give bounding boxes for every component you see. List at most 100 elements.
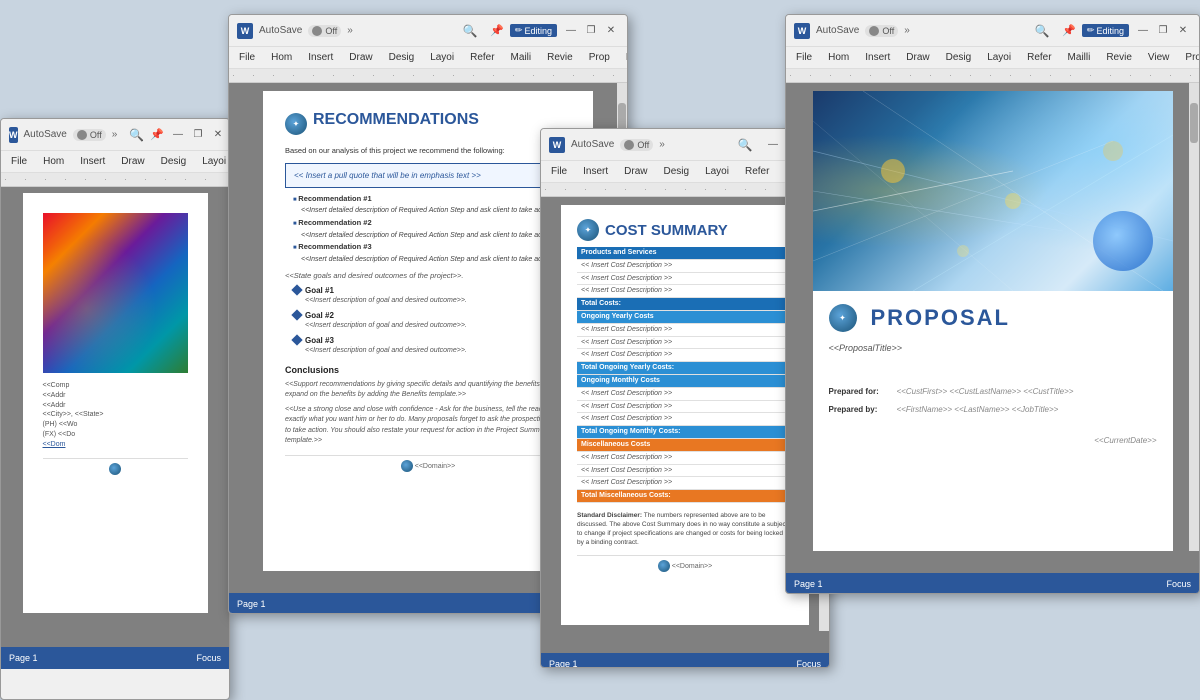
ribbon-tab-mail-4[interactable]: Mailli <box>1064 50 1095 65</box>
misc-row-2: << Insert Cost Description >> <box>577 464 793 477</box>
editing-label-4: Editing <box>1096 26 1124 36</box>
minimize-button-3[interactable]: — <box>765 137 781 153</box>
pin-icon-2[interactable]: 📌 <box>490 24 504 37</box>
search-icon-1[interactable]: 🔍 <box>129 125 144 145</box>
chevron-3[interactable]: » <box>659 139 665 150</box>
restore-button-4[interactable]: ❐ <box>1155 23 1171 39</box>
ribbon-tab-design-2[interactable]: Desig <box>385 50 419 65</box>
ribbon-tab-refer-2[interactable]: Refer <box>466 50 498 65</box>
ribbon-tab-prop-2[interactable]: Prop <box>585 50 614 65</box>
ribbon-tab-mail-2[interactable]: Maili <box>507 50 536 65</box>
word-icon-3: W <box>549 137 565 153</box>
page-label-3: Page 1 <box>549 659 578 668</box>
close-button-4[interactable]: ✕ <box>1175 23 1191 39</box>
autosave-toggle-1[interactable]: Off <box>73 129 106 141</box>
ribbon-tab-view-4[interactable]: View <box>1144 50 1174 65</box>
ribbon-tab-file-4[interactable]: File <box>792 50 816 65</box>
scroll-thumb-4[interactable] <box>1190 103 1198 143</box>
ribbon-tab-layout-3[interactable]: Layoi <box>701 164 733 179</box>
ribbon-tab-insert-3[interactable]: Insert <box>579 164 612 179</box>
pin-icon-4[interactable]: 📌 <box>1062 24 1076 37</box>
rec-1-label: Recommendation #1 <box>293 194 571 205</box>
addr2-placeholder: <<Addr <box>43 401 188 411</box>
ruler-4 <box>786 69 1199 83</box>
table-row-ps-3: << Insert Cost Description >> <box>577 285 793 298</box>
close-button-2[interactable]: ✕ <box>603 23 619 39</box>
ribbon-tab-home-1[interactable]: Hom <box>39 154 68 169</box>
autosave-toggle-4[interactable]: Off <box>865 25 898 37</box>
pencil-icon-2: ✏ <box>515 25 523 36</box>
ribbon-tab-file-2[interactable]: File <box>235 50 259 65</box>
table-row-ps-1: << Insert Cost Description >> <box>577 259 793 272</box>
window-1: W AutoSave Off » 🔍 📌 — ❐ ✕ File Hom Inse… <box>0 118 230 700</box>
yr-row-1: << Insert Cost Description >> <box>577 323 793 336</box>
ribbon-tab-layout-1[interactable]: Layoi <box>198 154 230 169</box>
ribbon-tab-insert-4[interactable]: Insert <box>861 50 894 65</box>
search-icon-2[interactable]: 🔍 <box>456 21 484 41</box>
ribbon-tab-review-4[interactable]: Revie <box>1102 50 1136 65</box>
ribbon-tab-home-4[interactable]: Hom <box>824 50 853 65</box>
ribbon-tab-refer-3[interactable]: Refer <box>741 164 773 179</box>
minimize-button-4[interactable]: — <box>1135 23 1151 39</box>
chevron-2[interactable]: » <box>347 25 353 36</box>
conclusions-2-2: <<Use a strong close and close with conf… <box>285 405 571 447</box>
company-placeholder: <<Comp <box>43 381 188 391</box>
page-label-4: Page 1 <box>794 579 823 589</box>
yr-row-2: << Insert Cost Description >> <box>577 336 793 349</box>
logo-icon-3 <box>577 219 599 241</box>
autosave-label-1: AutoSave <box>24 129 67 140</box>
chevron-4[interactable]: » <box>904 25 910 36</box>
focus-label-4[interactable]: Focus <box>1166 579 1191 589</box>
rec-3-text: <<Insert detailed description of Require… <box>301 255 571 265</box>
focus-label-3[interactable]: Focus <box>796 659 821 668</box>
domain-icon-1 <box>109 463 121 475</box>
ribbon-tab-design-3[interactable]: Desig <box>659 164 693 179</box>
rec-3-strong: Recommendation #3 <box>298 242 371 251</box>
cost-table: Products and Services << Insert Cost Des… <box>577 247 793 503</box>
conclusions-1-2: <<Support recommendations by giving spec… <box>285 380 571 401</box>
ribbon-tab-draw-4[interactable]: Draw <box>902 50 933 65</box>
ribbon-tab-design-1[interactable]: Desig <box>157 154 191 169</box>
focus-label-1[interactable]: Focus <box>196 653 221 663</box>
search-icon-3[interactable]: 🔍 <box>731 135 759 155</box>
table-row-yr-1: << Insert Cost Description >> <box>577 323 793 336</box>
ribbon-tab-help-2[interactable]: Help <box>622 50 628 65</box>
ribbon-tab-insert-2[interactable]: Insert <box>304 50 337 65</box>
status-bar-4: Page 1 Focus <box>786 573 1199 594</box>
ribbon-tab-review-2[interactable]: Revie <box>543 50 577 65</box>
ribbon-tab-home-2[interactable]: Hom <box>267 50 296 65</box>
city-state-placeholder: <<City>>, <<State> <box>43 410 188 420</box>
ribbon-tab-file-3[interactable]: File <box>547 164 571 179</box>
ribbon-tab-layout-4[interactable]: Layoi <box>983 50 1015 65</box>
minimize-button-1[interactable]: — <box>170 127 186 143</box>
search-icon-4[interactable]: 🔍 <box>1028 21 1056 41</box>
ribbon-tab-draw-1[interactable]: Draw <box>117 154 148 169</box>
close-button-1[interactable]: ✕ <box>210 127 226 143</box>
ribbon-tab-refer-4[interactable]: Refer <box>1023 50 1055 65</box>
restore-button-1[interactable]: ❐ <box>190 127 206 143</box>
scrollbar-4[interactable] <box>1189 83 1199 551</box>
ribbon-tab-draw-3[interactable]: Draw <box>620 164 651 179</box>
minimize-button-2[interactable]: — <box>563 23 579 39</box>
ribbon-tab-file-1[interactable]: File <box>7 154 31 169</box>
ribbon-tab-insert-1[interactable]: Insert <box>76 154 109 169</box>
restore-button-2[interactable]: ❐ <box>583 23 599 39</box>
ribbon-tab-layout-2[interactable]: Layoi <box>426 50 458 65</box>
prepared-by-label: Prepared by: <box>829 404 889 415</box>
goal-3: Goal #3 <<Insert description of goal and… <box>293 335 571 356</box>
domain-icon-3 <box>658 560 670 572</box>
autosave-toggle-3[interactable]: Off <box>620 139 653 151</box>
ribbon-tab-design-4[interactable]: Desig <box>942 50 976 65</box>
doc-heading-row-3: COST SUMMARY <box>577 219 793 241</box>
ribbon-tab-prop-4[interactable]: Prop <box>1181 50 1200 65</box>
rec-3-label: Recommendation #3 <box>293 242 571 253</box>
chevron-1[interactable]: » <box>112 129 118 140</box>
toggle-circle-1 <box>77 130 87 140</box>
autosave-toggle-2[interactable]: Off <box>308 25 341 37</box>
doc-intro-2: Based on our analysis of this project we… <box>285 145 571 156</box>
pin-icon-1[interactable]: 📌 <box>150 128 164 141</box>
misc-row-1: << Insert Cost Description >> <box>577 451 793 464</box>
doc-image-1 <box>43 213 188 373</box>
domain-bottom-1 <box>43 458 188 475</box>
ribbon-tab-draw-2[interactable]: Draw <box>345 50 376 65</box>
